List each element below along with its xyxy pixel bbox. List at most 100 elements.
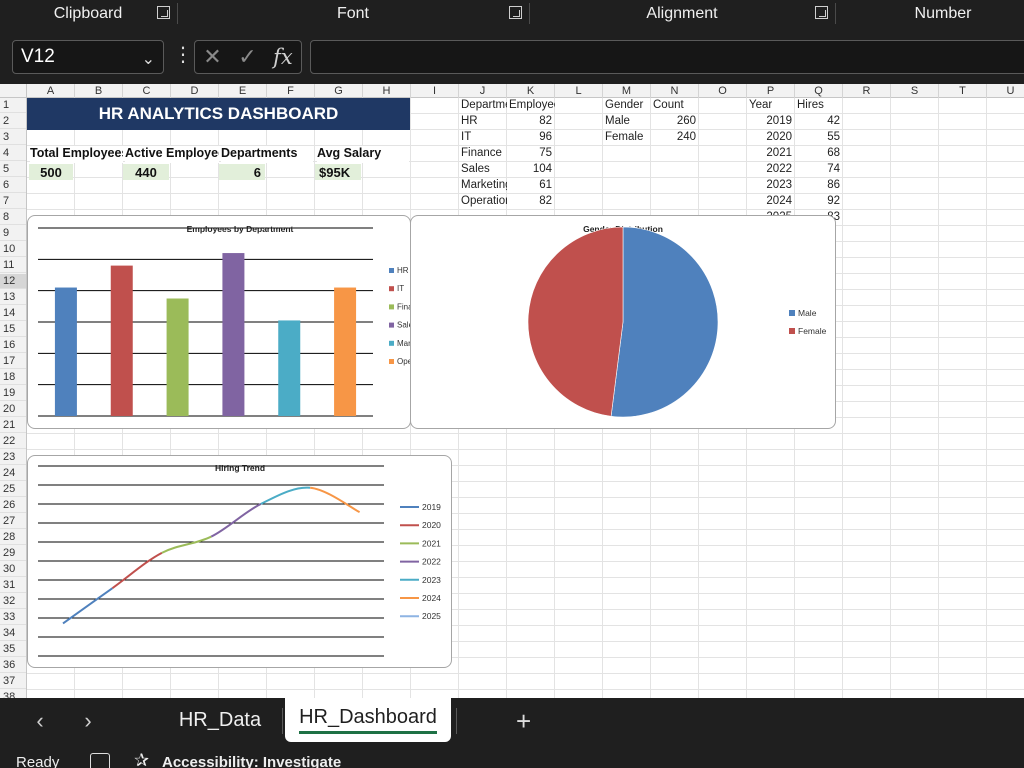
table-cell[interactable]: Male <box>603 114 651 129</box>
table-cell[interactable]: Female <box>603 130 651 145</box>
row-header-7[interactable]: 7 <box>0 194 26 209</box>
bar-operations[interactable] <box>334 287 357 416</box>
kpi-value-active-employees[interactable]: 440 <box>123 164 169 180</box>
table-cell[interactable]: Finance <box>459 146 507 161</box>
row-header-1[interactable]: 1 <box>0 98 26 113</box>
table-header-cell[interactable]: Hires <box>795 98 843 113</box>
more-options-icon[interactable]: ⋮ <box>173 42 193 67</box>
table-cell[interactable]: 96 <box>507 130 555 145</box>
row-header-4[interactable]: 4 <box>0 146 26 161</box>
line-segment-2024[interactable] <box>310 486 361 514</box>
table-cell[interactable]: 42 <box>795 114 843 129</box>
column-header-u[interactable]: U <box>987 84 1024 98</box>
row-header-24[interactable]: 24 <box>0 466 26 481</box>
chevron-left-icon[interactable]: ‹ <box>30 708 50 734</box>
row-header-2[interactable]: 2 <box>0 114 26 129</box>
macro-record-icon[interactable] <box>90 753 110 768</box>
table-cell[interactable]: 74 <box>795 162 843 177</box>
alignment-dialog-launcher-icon[interactable] <box>815 6 828 19</box>
bar-marketing[interactable] <box>278 320 301 416</box>
row-header-27[interactable]: 27 <box>0 514 26 529</box>
column-header-f[interactable]: F <box>267 84 315 98</box>
employees-by-department-chart[interactable]: Employees by Department HR IT Finance Sales M… <box>27 215 411 429</box>
table-cell[interactable]: 92 <box>795 194 843 209</box>
cell-area[interactable]: HR ANALYTICS DASHBOARD Total Employees A… <box>27 98 1024 698</box>
table-cell[interactable]: 55 <box>795 130 843 145</box>
line-segment-2022[interactable] <box>210 503 262 538</box>
row-header-3[interactable]: 3 <box>0 130 26 145</box>
row-header-6[interactable]: 6 <box>0 178 26 193</box>
bar-sales[interactable] <box>222 253 245 416</box>
table-cell[interactable]: HR <box>459 114 507 129</box>
bar-hr[interactable] <box>54 287 77 416</box>
row-header-28[interactable]: 28 <box>0 530 26 545</box>
column-header-l[interactable]: L <box>555 84 603 98</box>
row-header-22[interactable]: 22 <box>0 434 26 449</box>
row-header-34[interactable]: 34 <box>0 626 26 641</box>
row-header-15[interactable]: 15 <box>0 322 26 337</box>
formula-input[interactable] <box>310 40 1024 74</box>
table-cell[interactable]: 2024 <box>747 194 795 209</box>
column-header-b[interactable]: B <box>75 84 123 98</box>
worksheet-grid[interactable]: ABCDEFGHIJKLMNOPQRSTU 1 2 3 4 5 6 7 8 9 10 11 12 13 1… <box>0 84 1024 698</box>
row-header-25[interactable]: 25 <box>0 482 26 497</box>
table-cell[interactable]: 86 <box>795 178 843 193</box>
row-header-10[interactable]: 10 <box>0 242 26 257</box>
column-header-d[interactable]: D <box>171 84 219 98</box>
table-cell[interactable]: 240 <box>651 130 699 145</box>
row-header-29[interactable]: 29 <box>0 546 26 561</box>
table-cell[interactable]: 2023 <box>747 178 795 193</box>
table-header-cell[interactable]: Gender <box>603 98 651 113</box>
table-cell[interactable]: 2020 <box>747 130 795 145</box>
column-header-g[interactable]: G <box>315 84 363 98</box>
select-all-corner[interactable] <box>0 84 27 98</box>
column-header-q[interactable]: Q <box>795 84 843 98</box>
row-header-23[interactable]: 23 <box>0 450 26 465</box>
kpi-value-departments[interactable]: 6 <box>219 164 265 180</box>
name-box[interactable]: V12 ⌄ <box>12 40 164 74</box>
column-header-j[interactable]: J <box>459 84 507 98</box>
bar-it[interactable] <box>110 265 133 416</box>
table-cell[interactable]: 61 <box>507 178 555 193</box>
row-header-14[interactable]: 14 <box>0 306 26 321</box>
row-header-12[interactable]: 12 <box>0 274 26 289</box>
row-header-20[interactable]: 20 <box>0 402 26 417</box>
insert-function-icon[interactable]: fx <box>273 45 293 69</box>
bar-finance[interactable] <box>166 298 189 417</box>
row-header-31[interactable]: 31 <box>0 578 26 593</box>
table-cell[interactable]: 104 <box>507 162 555 177</box>
accessibility-icon[interactable]: ✰ <box>134 750 149 768</box>
pie-slice-female[interactable] <box>527 226 624 417</box>
row-header-13[interactable]: 13 <box>0 290 26 305</box>
column-header-k[interactable]: K <box>507 84 555 98</box>
chevron-down-icon[interactable]: ⌄ <box>142 49 155 69</box>
row-header-18[interactable]: 18 <box>0 370 26 385</box>
table-cell[interactable]: IT <box>459 130 507 145</box>
row-header-26[interactable]: 26 <box>0 498 26 513</box>
gender-distribution-chart[interactable]: Gender DistributionMaleFemale <box>410 215 836 429</box>
kpi-label-active-employees[interactable]: Active Employees <box>125 146 219 163</box>
table-cell[interactable]: 2022 <box>747 162 795 177</box>
chevron-right-icon[interactable]: › <box>78 708 98 734</box>
row-header-8[interactable]: 8 <box>0 210 26 225</box>
column-header-a[interactable]: A <box>27 84 75 98</box>
table-cell[interactable]: 260 <box>651 114 699 129</box>
column-header-r[interactable]: R <box>843 84 891 98</box>
row-header-32[interactable]: 32 <box>0 594 26 609</box>
row-header-5[interactable]: 5 <box>0 162 26 177</box>
row-header-38[interactable]: 38 <box>0 690 26 698</box>
table-cell[interactable]: 75 <box>507 146 555 161</box>
line-segment-2023[interactable] <box>260 486 311 505</box>
kpi-label-total-employees[interactable]: Total Employees <box>30 146 123 163</box>
table-cell[interactable]: 82 <box>507 194 555 209</box>
enter-check-icon[interactable]: ✓ <box>238 44 256 70</box>
row-header-37[interactable]: 37 <box>0 674 26 689</box>
table-cell[interactable]: 2019 <box>747 114 795 129</box>
kpi-value-avg-salary[interactable]: $95K <box>315 164 361 180</box>
line-segment-2020[interactable] <box>111 551 163 589</box>
sheet-tab-hr-data[interactable]: HR_Data <box>170 698 270 742</box>
hiring-trend-chart[interactable]: Hiring Trend 2019 2020 2021 2022 2023 2024 2025 <box>27 455 452 668</box>
table-header-cell[interactable]: Year <box>747 98 795 113</box>
column-header-n[interactable]: N <box>651 84 699 98</box>
row-header-11[interactable]: 11 <box>0 258 26 273</box>
